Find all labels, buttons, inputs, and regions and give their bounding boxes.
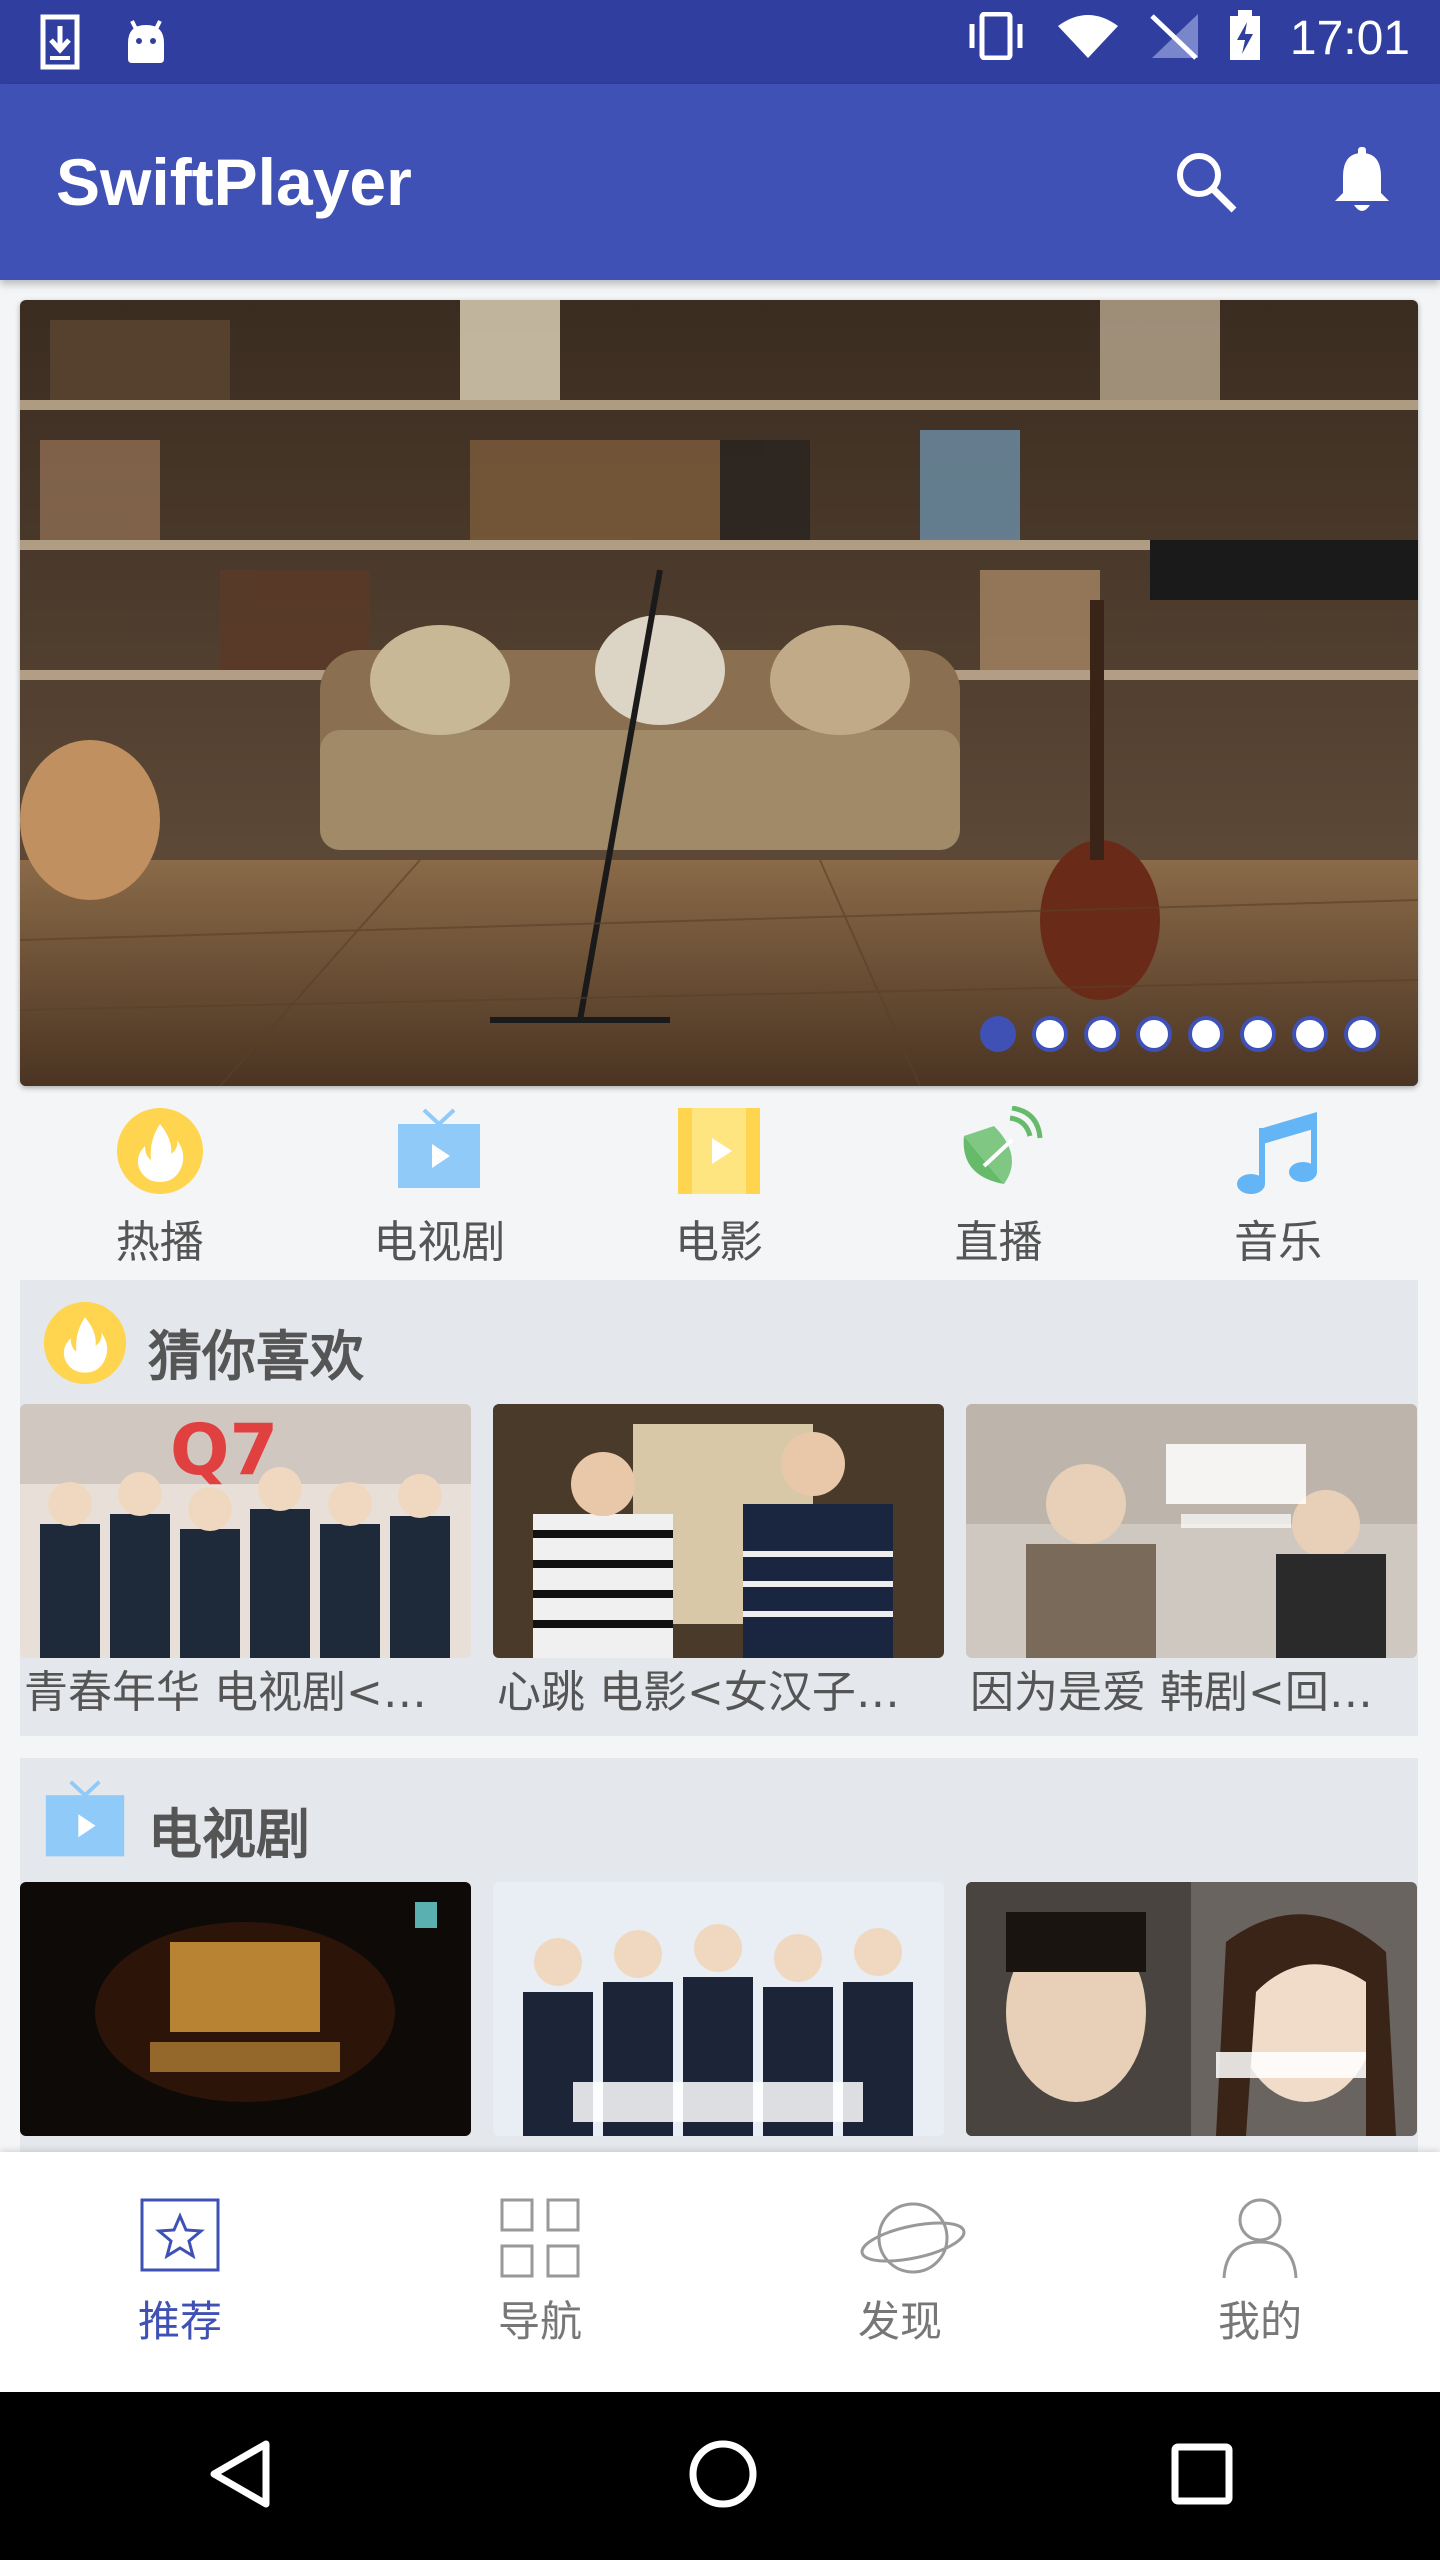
person-icon xyxy=(1218,2196,1302,2280)
bottom-navigation: 推荐 导航 发现 我的 xyxy=(0,2152,1440,2392)
music-note-icon xyxy=(1233,1106,1323,1196)
android-icon xyxy=(124,19,168,69)
video-title: 青春年华 电视剧<… xyxy=(24,1667,427,1718)
banner-carousel[interactable] xyxy=(20,300,1418,1086)
video-card[interactable]: 心跳 电影<女汉子… xyxy=(493,1404,944,1734)
nav-label: 发现 xyxy=(857,2297,942,2346)
vibrate-icon xyxy=(964,11,1028,64)
system-navigation-bar xyxy=(0,2392,1440,2560)
video-thumbnail xyxy=(493,1404,944,1658)
category-tv[interactable]: 电视剧 xyxy=(300,1100,580,1268)
film-icon xyxy=(674,1106,764,1196)
section-recommend: 猜你喜欢 Q7 青春年华 电视剧<… 心跳 电影<女汉子… 因为是爱 韩剧<回… xyxy=(20,1280,1418,1736)
category-bar: 热播 电视剧 电影 直播 音乐 xyxy=(20,1100,1418,1268)
home-button[interactable] xyxy=(687,2438,759,2514)
video-thumbnail xyxy=(20,1882,471,2136)
star-icon xyxy=(138,2196,222,2280)
svg-text:Q7: Q7 xyxy=(170,1409,278,1491)
carousel-dot[interactable] xyxy=(1084,1016,1120,1052)
app-bar: SwiftPlayer xyxy=(0,84,1440,280)
download-icon xyxy=(40,14,80,74)
nav-discover[interactable]: 发现 xyxy=(720,2152,1080,2392)
category-label: 电影 xyxy=(674,1217,763,1268)
nav-label: 导航 xyxy=(497,2297,582,2346)
no-signal-icon xyxy=(1148,12,1200,64)
bell-icon xyxy=(1331,147,1393,221)
tv-icon xyxy=(42,1778,128,1864)
carousel-dot[interactable] xyxy=(1344,1016,1380,1052)
status-time: 17:01 xyxy=(1289,11,1410,65)
search-button[interactable] xyxy=(1158,136,1254,232)
search-icon xyxy=(1174,150,1238,218)
fire-icon xyxy=(115,1106,205,1196)
back-button[interactable] xyxy=(206,2438,276,2514)
video-thumbnail xyxy=(493,1882,944,2136)
category-live[interactable]: 直播 xyxy=(859,1100,1139,1268)
video-thumbnail: Q7 xyxy=(20,1404,471,1658)
carousel-dot[interactable] xyxy=(1136,1016,1172,1052)
planet-icon xyxy=(858,2196,966,2280)
carousel-dot[interactable] xyxy=(1032,1016,1068,1052)
category-label: 音乐 xyxy=(1234,1217,1323,1268)
nav-mine[interactable]: 我的 xyxy=(1080,2152,1440,2392)
fire-icon xyxy=(42,1300,128,1386)
video-title: 心跳 电影<女汉子… xyxy=(497,1667,900,1718)
section-header: 猜你喜欢 xyxy=(20,1280,1418,1404)
carousel-dot[interactable] xyxy=(1240,1016,1276,1052)
category-music[interactable]: 音乐 xyxy=(1138,1100,1418,1268)
wifi-icon xyxy=(1056,12,1120,64)
nav-label: 推荐 xyxy=(137,2297,222,2346)
section-title: 猜你喜欢 xyxy=(148,1325,364,1388)
category-movie[interactable]: 电影 xyxy=(579,1100,859,1268)
notifications-button[interactable] xyxy=(1314,136,1410,232)
section-title: 电视剧 xyxy=(148,1803,310,1866)
nav-label: 我的 xyxy=(1217,2297,1302,2346)
grid-icon xyxy=(498,2196,582,2280)
category-label: 热播 xyxy=(115,1217,204,1268)
status-bar: 17:01 xyxy=(0,0,1440,84)
battery-charging-icon xyxy=(1228,10,1262,66)
nav-navigation[interactable]: 导航 xyxy=(360,2152,720,2392)
home-circle-icon xyxy=(689,2440,757,2508)
tv-icon xyxy=(394,1106,484,1196)
video-card[interactable]: Q7 青春年华 电视剧<… xyxy=(20,1404,471,1734)
recents-square-icon xyxy=(1171,2443,1233,2505)
carousel-dot[interactable] xyxy=(1292,1016,1328,1052)
app-title: SwiftPlayer xyxy=(56,145,412,219)
category-hot[interactable]: 热播 xyxy=(20,1100,300,1268)
category-label: 电视剧 xyxy=(373,1217,506,1268)
section-header: 电视剧 xyxy=(20,1758,1418,1882)
section-tv: 电视剧 xyxy=(20,1758,1418,2152)
video-thumbnail xyxy=(966,1882,1417,2136)
category-label: 直播 xyxy=(954,1217,1043,1268)
video-card[interactable]: 因为是爱 韩剧<回… xyxy=(966,1404,1417,1734)
recents-button[interactable] xyxy=(1170,2442,1234,2510)
satellite-dish-icon xyxy=(954,1105,1044,1196)
video-thumbnail xyxy=(966,1404,1417,1658)
carousel-dot[interactable] xyxy=(1188,1016,1224,1052)
back-triangle-icon xyxy=(210,2440,270,2508)
carousel-dot[interactable] xyxy=(980,1016,1016,1052)
video-title: 因为是爱 韩剧<回… xyxy=(970,1667,1373,1718)
nav-recommend[interactable]: 推荐 xyxy=(0,2152,360,2392)
carousel-indicator xyxy=(980,1016,1380,1052)
banner-image xyxy=(20,300,1418,1086)
